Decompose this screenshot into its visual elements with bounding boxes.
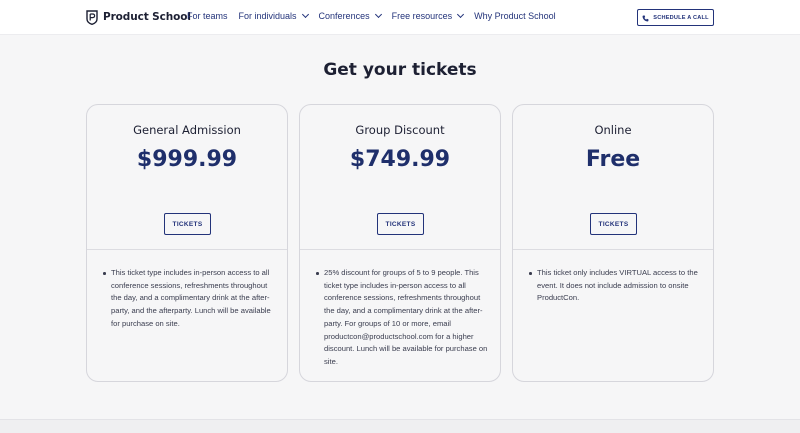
nav-item-free-resources[interactable]: Free resources xyxy=(391,10,465,21)
nav-item-label: For individuals xyxy=(238,11,297,21)
nav-item-conferences[interactable]: Conferences xyxy=(318,10,382,21)
schedule-call-button[interactable]: SCHEDULE A CALL xyxy=(637,9,714,26)
chevron-down-icon xyxy=(301,10,309,19)
tickets-button[interactable]: TICKETS xyxy=(377,213,424,235)
ticket-price: $749.99 xyxy=(349,147,451,172)
nav-item-for-teams[interactable]: For teams xyxy=(187,11,228,21)
nav-item-why-product-school[interactable]: Why Product School xyxy=(474,11,556,21)
card-divider xyxy=(87,249,287,250)
ticket-name: General Admission xyxy=(133,123,241,137)
ticket-description: This ticket only includes VIRTUAL access… xyxy=(529,267,703,305)
ticket-description-list: 25% discount for groups of 5 to 9 people… xyxy=(316,267,490,369)
tickets-button[interactable]: TICKETS xyxy=(164,213,211,235)
main-nav: For teams For individuals Conferences Fr… xyxy=(187,10,567,21)
ticket-card-group-discount: Group Discount $749.99 TICKETS 25% disco… xyxy=(299,104,501,382)
ticket-description: 25% discount for groups of 5 to 9 people… xyxy=(316,267,490,369)
nav-item-label: Why Product School xyxy=(474,11,556,21)
section-title: Get your tickets xyxy=(323,60,477,80)
ticket-description-list: This ticket type includes in-person acce… xyxy=(103,267,277,331)
ticket-price: $999.99 xyxy=(136,147,238,172)
ticket-name: Group Discount xyxy=(355,123,445,137)
ticket-price: Free xyxy=(585,147,641,172)
brand-logo[interactable]: Product School xyxy=(86,9,191,25)
nav-item-label: Conferences xyxy=(318,11,370,21)
schedule-call-label: SCHEDULE A CALL xyxy=(653,14,709,21)
card-divider xyxy=(300,249,500,250)
nav-item-for-individuals[interactable]: For individuals xyxy=(238,10,309,21)
chevron-down-icon xyxy=(457,10,465,19)
nav-item-label: For teams xyxy=(187,11,228,21)
ticket-card-online: Online Free TICKETS This ticket only inc… xyxy=(512,104,714,382)
footer-band xyxy=(0,419,800,433)
phone-icon xyxy=(642,9,649,27)
brand-name: Product School xyxy=(103,11,191,23)
nav-item-label: Free resources xyxy=(391,11,453,21)
shield-logo-icon xyxy=(86,9,98,25)
ticket-description: This ticket type includes in-person acce… xyxy=(103,267,277,331)
chevron-down-icon xyxy=(374,10,382,19)
ticket-name: Online xyxy=(594,123,632,137)
card-divider xyxy=(513,249,713,250)
ticket-description-list: This ticket only includes VIRTUAL access… xyxy=(529,267,703,305)
ticket-card-general-admission: General Admission $999.99 TICKETS This t… xyxy=(86,104,288,382)
tickets-button[interactable]: TICKETS xyxy=(590,213,637,235)
top-navbar: Product School For teams For individuals… xyxy=(0,0,800,35)
